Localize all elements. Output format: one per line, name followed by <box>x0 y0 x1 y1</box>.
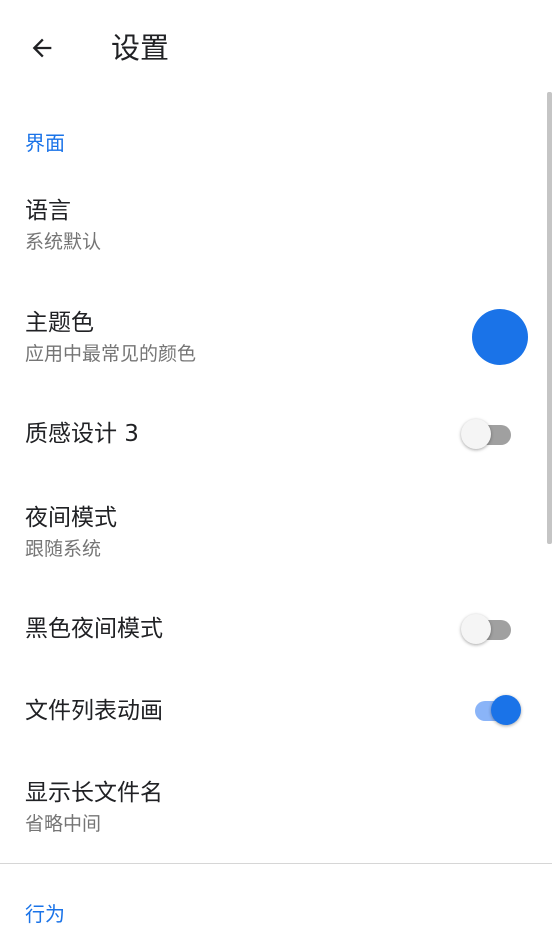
theme-color-swatch <box>472 309 528 365</box>
black-night-mode-switch[interactable] <box>461 612 513 646</box>
pref-language[interactable]: 语言 系统默认 <box>0 180 547 280</box>
pref-title: 夜间模式 <box>25 505 117 531</box>
pref-title: 质感设计 3 <box>25 421 139 447</box>
page-title: 设置 <box>111 31 170 65</box>
back-button[interactable] <box>18 24 66 72</box>
material-design-3-switch[interactable] <box>461 417 513 451</box>
pref-night-mode[interactable]: 夜间模式 跟随系统 <box>0 487 547 587</box>
pref-summary: 系统默认 <box>25 231 102 253</box>
section-header-interface: 界面 <box>25 131 65 155</box>
pref-title: 显示长文件名 <box>25 780 163 806</box>
switch-thumb <box>461 614 491 644</box>
pref-black-night-mode[interactable]: 黑色夜间模式 <box>0 599 547 659</box>
app-bar: 设置 <box>0 0 552 96</box>
pref-title: 黑色夜间模式 <box>25 616 163 642</box>
switch-thumb <box>491 695 521 725</box>
section-divider <box>0 863 552 864</box>
pref-summary: 应用中最常见的颜色 <box>25 343 197 365</box>
pref-theme-color[interactable]: 主题色 应用中最常见的颜色 <box>0 292 547 392</box>
pref-summary: 省略中间 <box>25 813 102 835</box>
file-list-animation-switch[interactable] <box>461 693 521 727</box>
pref-summary: 跟随系统 <box>25 538 102 560</box>
arrow-back-icon <box>32 38 52 58</box>
pref-title: 文件列表动画 <box>25 698 163 724</box>
section-header-behavior: 行为 <box>25 902 65 926</box>
pref-title: 主题色 <box>25 310 94 336</box>
pref-show-long-file-name[interactable]: 显示长文件名 省略中间 <box>0 763 547 863</box>
pref-material-design-3[interactable]: 质感设计 3 <box>0 404 547 464</box>
scrollbar[interactable] <box>547 92 552 544</box>
settings-screen: 设置 界面 语言 系统默认 主题色 应用中最常见的颜色 质感设计 3 夜间模式 … <box>0 0 552 951</box>
pref-file-list-animation[interactable]: 文件列表动画 <box>0 681 547 741</box>
pref-title: 语言 <box>25 198 71 224</box>
switch-thumb <box>461 419 491 449</box>
